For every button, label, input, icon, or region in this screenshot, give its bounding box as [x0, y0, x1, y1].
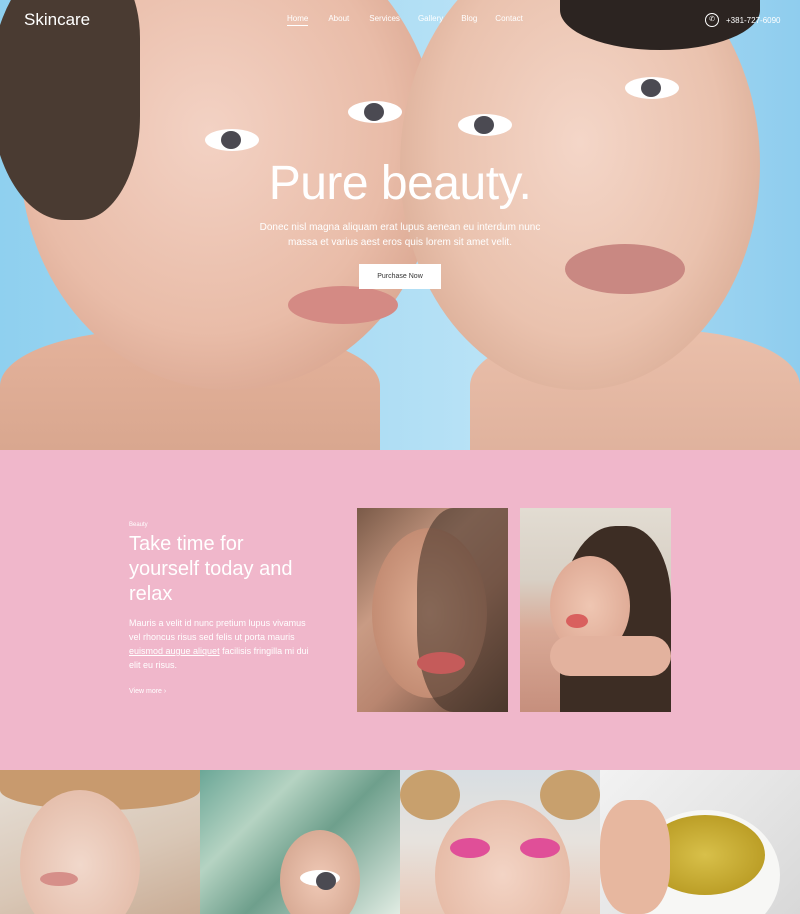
photo-hand — [600, 800, 670, 914]
hero-section: Skincare Home About Services Gallery Blo… — [0, 0, 800, 450]
photo-makeup — [450, 838, 490, 858]
hero-photo-eye — [348, 101, 402, 123]
nav-contact[interactable]: Contact — [495, 14, 523, 26]
nav-gallery[interactable]: Gallery — [418, 14, 443, 26]
photo-makeup — [520, 838, 560, 858]
hero-photo-lips — [288, 286, 398, 324]
photo-lips — [40, 872, 78, 886]
phone-number: +381-727-6090 — [726, 15, 781, 25]
phone-link[interactable]: ✆ +381-727-6090 — [705, 13, 781, 27]
nav-home[interactable]: Home — [287, 14, 309, 26]
hero-text: Donec nisl magna aliquam erat lupus aene… — [259, 222, 541, 248]
site-logo[interactable]: Skincare — [24, 10, 90, 30]
nav-blog[interactable]: Blog — [461, 14, 477, 26]
hero-title: Pure beauty. — [268, 157, 532, 210]
nav-services[interactable]: Services — [369, 14, 400, 26]
photo-hair — [400, 770, 460, 820]
hero-photo-eye — [625, 77, 679, 99]
gallery-photo[interactable] — [0, 770, 200, 914]
paragraph-text: Mauris a velit id nunc pretium lupus viv… — [129, 618, 306, 642]
gallery-photo[interactable] — [400, 770, 600, 914]
main-nav: Home About Services Gallery Blog Contact — [287, 14, 523, 26]
section-tag: Beauty — [129, 522, 148, 528]
view-more-link[interactable]: View more › — [129, 688, 166, 695]
photo-face — [435, 800, 570, 914]
photo-hair — [417, 508, 508, 712]
photo-hair — [540, 770, 600, 820]
about-section: Beauty Take time for yourself today and … — [0, 450, 800, 770]
purchase-now-button[interactable]: Purchase Now — [359, 264, 441, 289]
about-photo-wet-hair — [357, 508, 508, 712]
gallery-photo[interactable] — [200, 770, 400, 914]
gallery-strip — [0, 770, 800, 914]
photo-arm — [550, 636, 671, 676]
nav-about[interactable]: About — [328, 14, 349, 26]
view-more-label: View more — [129, 688, 162, 695]
photo-lips — [417, 652, 465, 674]
hero-photo-lips — [565, 244, 685, 294]
hero-photo-eye — [205, 129, 259, 151]
section-paragraph: Mauris a velit id nunc pretium lupus viv… — [129, 616, 309, 672]
about-photo-resting — [520, 508, 671, 712]
hero-photo-eye — [458, 114, 512, 136]
arrow-right-icon: › — [163, 688, 167, 695]
phone-icon: ✆ — [705, 13, 719, 27]
gallery-photo[interactable] — [600, 770, 800, 914]
top-navigation: Skincare Home About Services Gallery Blo… — [0, 0, 800, 40]
photo-lips — [566, 614, 588, 628]
section-heading: Take time for yourself today and relax — [129, 533, 293, 605]
photo-eye — [300, 870, 340, 890]
paragraph-link[interactable]: euismod augue aliquet — [129, 646, 220, 656]
